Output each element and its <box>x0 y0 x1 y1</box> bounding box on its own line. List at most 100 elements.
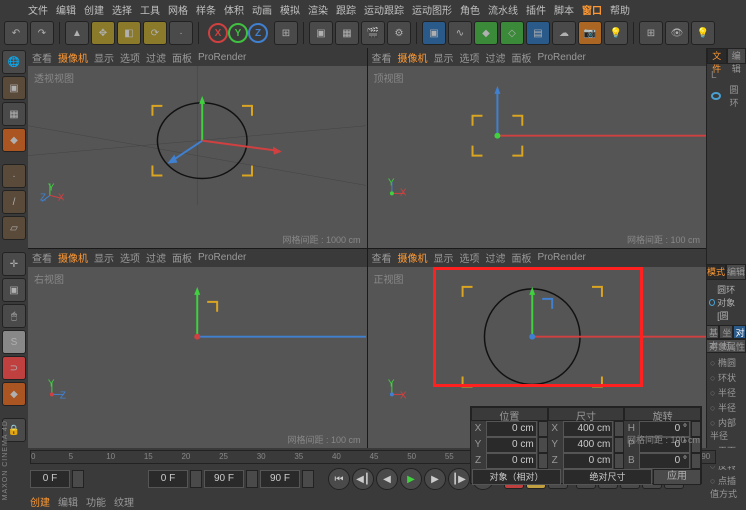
workplane2[interactable]: ◆ <box>2 382 26 406</box>
size-mode-dd[interactable]: 绝对尺寸 <box>563 469 652 485</box>
mouse-icon[interactable]: 🖱 <box>2 304 26 328</box>
menu-spline[interactable]: 样条 <box>196 2 216 17</box>
vp-canvas-tr[interactable]: Y X <box>368 66 706 205</box>
menu-anim[interactable]: 动画 <box>252 2 272 17</box>
tab-edit[interactable]: 编辑 <box>727 48 746 64</box>
current-frame[interactable]: 0 F <box>148 470 188 488</box>
tab-function[interactable]: 功能 <box>86 494 106 509</box>
add-cube[interactable]: ▣ <box>422 21 446 45</box>
tab-edit2[interactable]: 编辑 <box>726 264 746 280</box>
attr-interp[interactable]: 点插值方式 <box>708 473 744 501</box>
add-spline[interactable]: ∿ <box>448 21 472 45</box>
menu-mesh[interactable]: 网格 <box>168 2 188 17</box>
viewport-perspective[interactable]: 查看 摄像机 显示 选项 过滤 面板 ProRender 透视视图 <box>28 48 367 248</box>
y-lock[interactable]: Y <box>228 23 248 43</box>
menu-file[interactable]: 文件 <box>28 2 48 17</box>
play-button[interactable]: ▶ <box>400 468 422 490</box>
add-light[interactable]: 💡 <box>604 21 628 45</box>
menu-tools[interactable]: 工具 <box>140 2 160 17</box>
undo-button[interactable]: ↶ <box>4 21 28 45</box>
x-lock[interactable]: X <box>208 23 228 43</box>
add-camera[interactable]: 📷 <box>578 21 602 45</box>
size-x[interactable]: 400 cm <box>563 421 614 437</box>
tab-file[interactable]: 文件 <box>707 48 727 64</box>
menu-plugins[interactable]: 插件 <box>526 2 546 17</box>
points-mode[interactable]: · <box>2 164 26 188</box>
tab-mode[interactable]: 模式 <box>706 264 726 280</box>
size-z[interactable]: 0 cm <box>563 453 614 469</box>
pos-x[interactable]: 0 cm <box>486 421 537 437</box>
tab-texture[interactable]: 纹理 <box>114 494 134 509</box>
rotate-tool[interactable]: ⟳ <box>143 21 167 45</box>
attr-radius[interactable]: 半径 <box>708 385 744 400</box>
next-key[interactable]: ┃▶ <box>448 468 470 490</box>
subtab-basic[interactable]: 基本 <box>706 325 719 339</box>
menu-script[interactable]: 脚本 <box>554 2 574 17</box>
render-picture[interactable]: 🎬 <box>361 21 385 45</box>
scene-icon[interactable]: 👁 <box>665 21 689 45</box>
snap-button[interactable]: S <box>2 330 26 354</box>
curr-spin[interactable] <box>190 470 202 488</box>
axis-mode[interactable]: ✛ <box>2 252 26 276</box>
viewport-icon[interactable]: ▣ <box>2 278 26 302</box>
menu-edit[interactable]: 编辑 <box>56 2 76 17</box>
menu-create[interactable]: 创建 <box>84 2 104 17</box>
vp-canvas-bl[interactable]: Y Z <box>28 267 366 406</box>
add-deformer[interactable]: ▤ <box>526 21 550 45</box>
menu-pipeline[interactable]: 流水线 <box>488 2 518 17</box>
menu-mograph[interactable]: 运动图形 <box>412 2 452 17</box>
end-frame-b[interactable]: 90 F <box>260 470 300 488</box>
vp-canvas-tl[interactable]: Y X Z <box>28 66 366 205</box>
attr-ellipse[interactable]: 椭圆 <box>708 355 744 370</box>
light-icon2[interactable]: 💡 <box>691 21 715 45</box>
prev-frame[interactable]: ◀ <box>376 468 398 490</box>
attr-ring[interactable]: 环状 <box>708 370 744 385</box>
end-frame-a[interactable]: 90 F <box>204 470 244 488</box>
move-tool[interactable]: ✥ <box>91 21 115 45</box>
size-y[interactable]: 400 cm <box>563 437 614 453</box>
viewport-right[interactable]: 查看 摄像机 显示 选项 过滤 面板 ProRender 右视图 Y Z <box>28 249 367 449</box>
render-region[interactable]: ▦ <box>335 21 359 45</box>
menu-track[interactable]: 跟踪 <box>336 2 356 17</box>
menu-select[interactable]: 选择 <box>112 2 132 17</box>
menu-volume[interactable]: 体积 <box>224 2 244 17</box>
scale-tool[interactable]: ◧ <box>117 21 141 45</box>
ring-icon[interactable] <box>711 92 721 100</box>
texture-mode[interactable]: ▦ <box>2 102 26 126</box>
start-spin[interactable] <box>72 470 84 488</box>
pos-z[interactable]: 0 cm <box>486 453 537 469</box>
menu-sim[interactable]: 模拟 <box>280 2 300 17</box>
menu-render[interactable]: 渲染 <box>308 2 328 17</box>
end-spin-b[interactable] <box>302 470 314 488</box>
last-tool[interactable]: · <box>169 21 193 45</box>
add-generator2[interactable]: ◇ <box>500 21 524 45</box>
z-lock[interactable]: Z <box>248 23 268 43</box>
start-frame[interactable]: 0 F <box>30 470 70 488</box>
add-generator[interactable]: ◆ <box>474 21 498 45</box>
menu-motiontrack[interactable]: 运动跟踪 <box>364 2 404 17</box>
render-settings[interactable]: ⚙ <box>387 21 411 45</box>
tab-edit3[interactable]: 编辑 <box>58 494 78 509</box>
redo-button[interactable]: ↷ <box>30 21 54 45</box>
prev-key[interactable]: ◀┃ <box>352 468 374 490</box>
workplane[interactable]: ◆ <box>2 128 26 152</box>
ring-label[interactable]: 圆环 <box>725 83 744 109</box>
poly-mode[interactable]: ▱ <box>2 216 26 240</box>
magnet-icon[interactable]: ⊃ <box>2 356 26 380</box>
vp-canvas-br[interactable]: Y X <box>368 267 706 406</box>
subtab-object[interactable]: 对 <box>733 325 746 339</box>
add-env[interactable]: ☁ <box>552 21 576 45</box>
tab-create[interactable]: 创建 <box>30 494 50 509</box>
apply-button[interactable]: 应用 <box>653 469 701 485</box>
attr-radius2[interactable]: 半径 <box>708 400 744 415</box>
subtab-coord[interactable]: 坐标 <box>719 325 732 339</box>
viewport-top[interactable]: 查看 摄像机 显示 选项 过滤 面板 ProRender 顶视图 Y X <box>368 48 707 248</box>
coord-system[interactable]: ⊞ <box>274 21 298 45</box>
pos-y[interactable]: 0 cm <box>486 437 537 453</box>
menu-help[interactable]: 帮助 <box>610 2 630 17</box>
attr-inner[interactable]: 内部半径 <box>708 415 744 443</box>
object-mode[interactable]: ▣ <box>2 76 26 100</box>
goto-start[interactable]: ⏮ <box>328 468 350 490</box>
render-view[interactable]: ▣ <box>309 21 333 45</box>
end-spin-a[interactable] <box>246 470 258 488</box>
